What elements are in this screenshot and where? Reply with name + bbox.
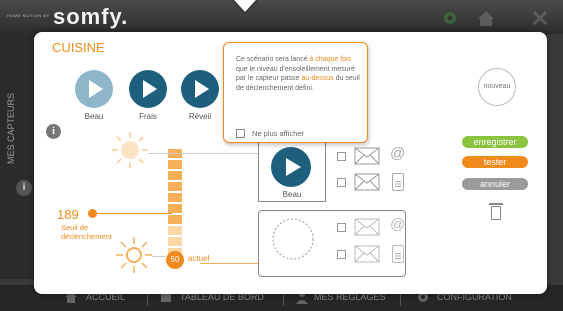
current-label: actuel <box>188 254 210 263</box>
at-icon: @ <box>390 216 406 233</box>
top-bar: HOME MOTION BY somfy. <box>0 0 563 34</box>
new-scenario-button[interactable]: nouveau <box>478 68 516 106</box>
phone-icon <box>392 245 404 263</box>
email-checkbox[interactable] <box>337 223 346 232</box>
tooltip-text: Ce scénario sera lancé à chaque fois que… <box>236 56 360 92</box>
scenario-reveil-button[interactable] <box>181 70 219 108</box>
current-line <box>200 263 258 264</box>
save-button[interactable]: enregistrer <box>462 136 528 148</box>
email-icon <box>354 218 380 236</box>
info-icon[interactable]: i <box>46 124 61 139</box>
email-icon <box>354 245 380 263</box>
close-icon[interactable] <box>530 8 550 28</box>
brand-tagline: HOME MOTION BY <box>7 13 50 18</box>
dont-show-again-checkbox[interactable] <box>236 129 245 138</box>
email-checkbox[interactable] <box>337 152 346 161</box>
threshold-label: Seuil de déclenchement <box>61 223 112 241</box>
sun-low-icon <box>116 237 152 273</box>
trash-icon[interactable] <box>489 203 503 220</box>
empty-scenario-slot[interactable] <box>272 218 314 260</box>
info-tooltip: Ce scénario sera lancé à chaque fois que… <box>223 42 368 143</box>
threshold-value[interactable]: 189 <box>57 207 79 222</box>
room-title: CUISINE <box>52 40 105 55</box>
sms-checkbox[interactable] <box>337 250 346 259</box>
scenario-frais-label: Frais <box>139 112 157 121</box>
sidebar: MES CAPTEURS i <box>0 34 36 279</box>
connector-line <box>152 256 166 257</box>
sidebar-info-icon[interactable]: i <box>16 180 32 196</box>
scenario-beau-label: Beau <box>84 112 104 121</box>
dont-show-again-label: Ne plus afficher <box>252 129 304 138</box>
scenario-frais-button[interactable] <box>129 70 167 108</box>
email-icon <box>354 147 380 165</box>
scenario-reveil-label: Réveil <box>188 112 212 121</box>
home-icon[interactable] <box>476 8 496 28</box>
email-icon <box>354 173 380 191</box>
phone-icon <box>392 173 404 191</box>
cancel-button[interactable]: annuler <box>462 178 528 190</box>
somfy-logo: somfy. <box>53 4 129 29</box>
scenario-modal: CUISINE Beau Frais Réveil i nouveau enre… <box>34 32 547 294</box>
light-gauge <box>168 149 182 261</box>
sms-checkbox[interactable] <box>337 178 346 187</box>
assigned-scenario-label: Beau <box>282 190 302 199</box>
threshold-line <box>96 213 172 214</box>
current-value: 50 <box>166 251 184 269</box>
sidebar-label[interactable]: MES CAPTEURS <box>6 93 16 164</box>
pointer-arrow <box>232 0 258 14</box>
connector-line <box>148 153 258 154</box>
sun-high-icon <box>112 132 148 168</box>
scenario-beau-assigned-button[interactable] <box>270 146 312 188</box>
scenario-beau-button[interactable] <box>75 70 113 108</box>
at-icon: @ <box>390 145 406 162</box>
test-button[interactable]: tester <box>462 156 528 168</box>
gear-icon[interactable] <box>440 8 460 28</box>
